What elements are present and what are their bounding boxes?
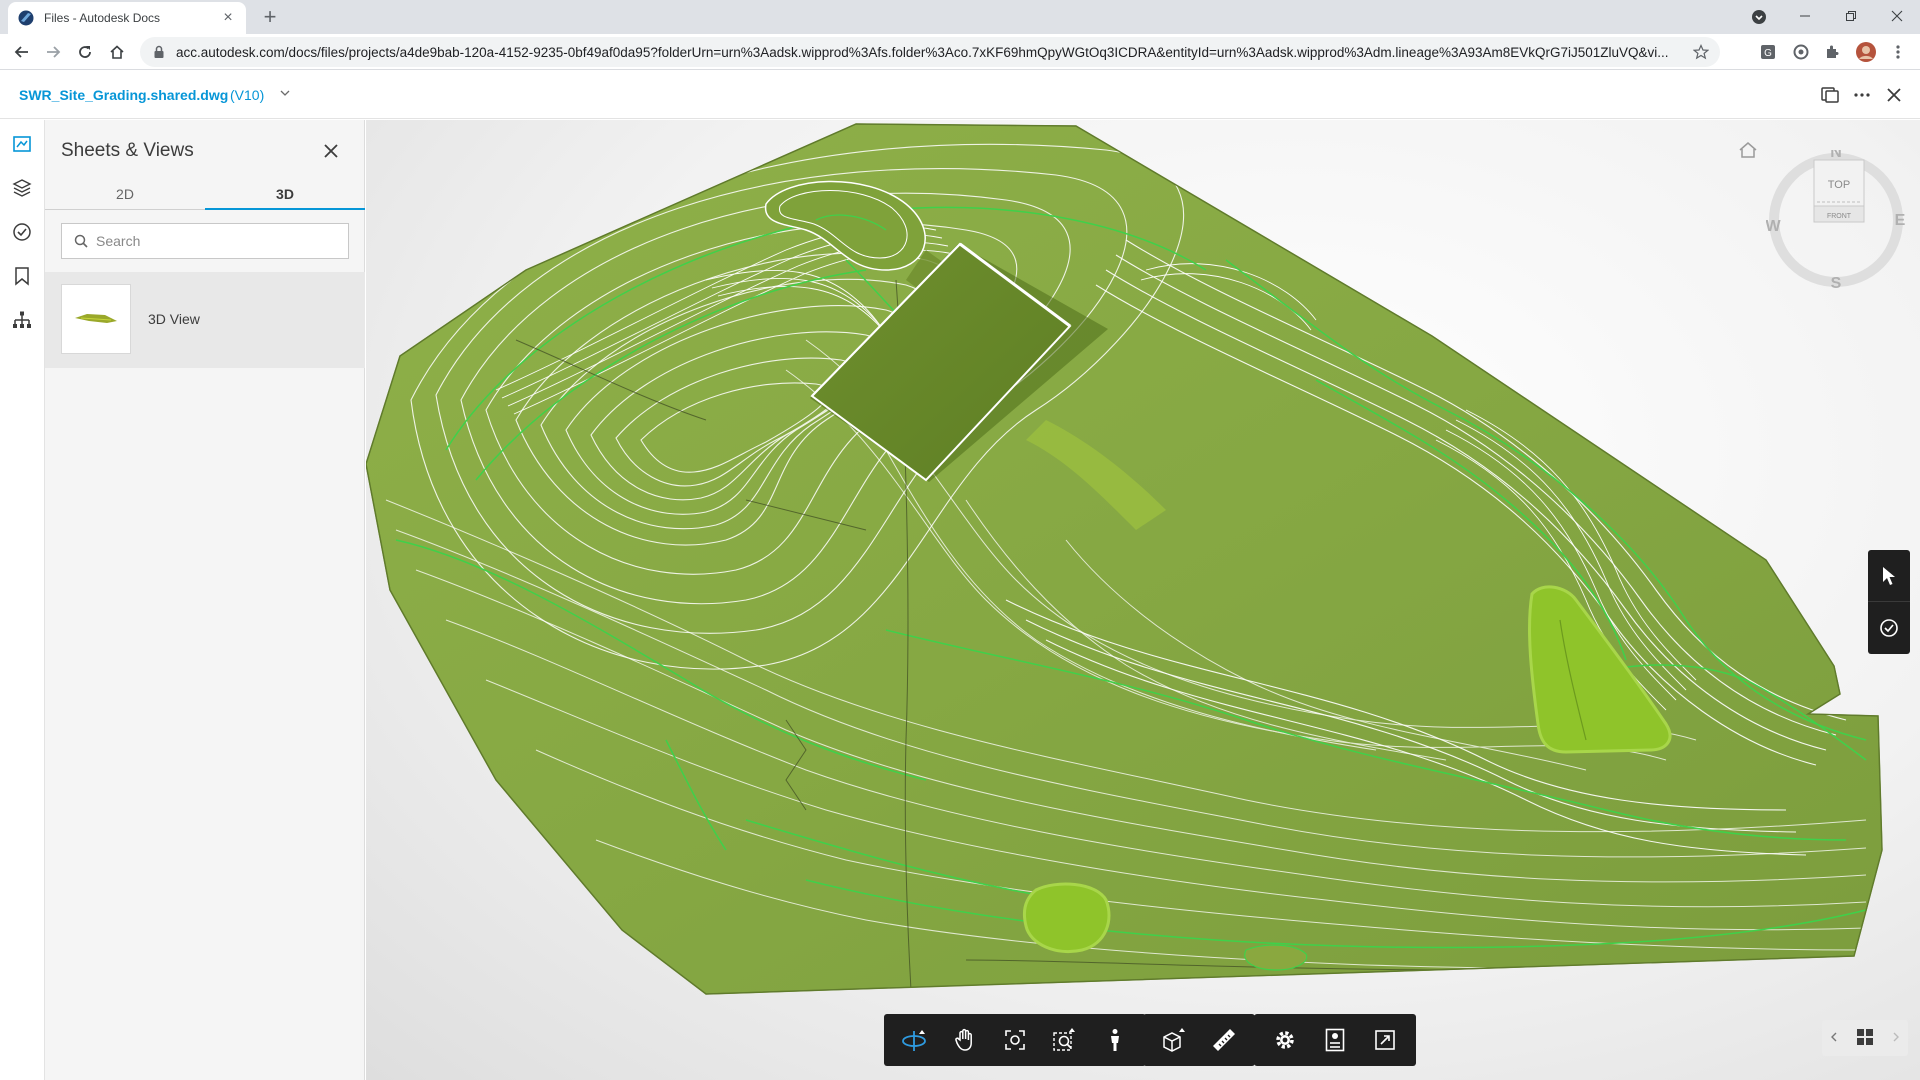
zoom-window-icon[interactable] <box>1040 1014 1090 1066</box>
terrain-model <box>366 123 1883 995</box>
orbit-icon[interactable] <box>890 1014 940 1066</box>
explode-model-icon[interactable] <box>1149 1014 1199 1066</box>
reload-icon[interactable] <box>73 40 97 64</box>
panel-title: Sheets & Views <box>61 140 194 161</box>
close-tab-icon[interactable]: × <box>220 9 236 27</box>
layers-icon[interactable] <box>10 176 34 200</box>
tab-2d[interactable]: 2D <box>45 180 205 210</box>
forward-icon[interactable] <box>41 40 65 64</box>
new-tab-icon[interactable]: + <box>258 6 282 30</box>
page-navigator <box>1822 1020 1908 1056</box>
compass-north-label: N <box>1830 150 1842 161</box>
list-item-3d-view[interactable]: 3D View <box>45 272 365 368</box>
autodesk-favicon-icon <box>18 10 34 26</box>
pan-icon[interactable] <box>940 1014 990 1066</box>
first-person-icon[interactable] <box>1090 1014 1140 1066</box>
more-options-icon[interactable] <box>1850 83 1874 107</box>
lock-icon <box>154 45 164 58</box>
settings-toolbar <box>1254 1014 1416 1066</box>
model-viewer-canvas[interactable]: TOP FRONT N S E W <box>366 120 1920 1080</box>
address-bar[interactable]: acc.autodesk.com/docs/files/projects/a4d… <box>140 37 1720 67</box>
pond-bottom <box>1022 882 1111 953</box>
compass-west-label: W <box>1766 218 1781 235</box>
properties-icon[interactable] <box>1310 1014 1360 1066</box>
site-surface <box>366 123 1883 995</box>
grid-view-icon[interactable] <box>1856 1028 1874 1049</box>
chevron-left-icon[interactable] <box>1830 1031 1838 1045</box>
home-view-icon[interactable] <box>1736 138 1760 162</box>
svg-text:G: G <box>1764 48 1772 59</box>
browser-toolbar: acc.autodesk.com/docs/files/projects/a4d… <box>0 34 1920 70</box>
navigation-toolbar <box>884 1014 1146 1066</box>
extensions-puzzle-icon[interactable] <box>1822 42 1842 62</box>
compare-icon[interactable] <box>1818 83 1842 107</box>
model-tools-toolbar <box>1143 1014 1255 1066</box>
profile-avatar[interactable] <box>1856 42 1876 62</box>
viewcube[interactable]: TOP FRONT N S E W <box>1765 144 1906 292</box>
compass-east-label: E <box>1895 212 1906 229</box>
search-field[interactable] <box>61 223 349 259</box>
browser-tab-strip: Files - Autodesk Docs × + <box>0 0 1920 34</box>
docs-header: SWR_Site_Grading.shared.dwg (V10) <box>0 71 1920 119</box>
extension-g-icon[interactable]: G <box>1758 42 1778 62</box>
file-name[interactable]: SWR_Site_Grading.shared.dwg <box>19 87 228 103</box>
sheets-views-icon[interactable] <box>10 132 34 156</box>
issues-icon[interactable] <box>10 220 34 244</box>
chevron-right-icon[interactable] <box>1892 1031 1900 1045</box>
settings-icon[interactable] <box>1260 1014 1310 1066</box>
restore-window-icon[interactable] <box>1828 0 1874 32</box>
browser-tab-title: Files - Autodesk Docs <box>44 11 161 25</box>
fit-to-view-icon[interactable] <box>990 1014 1040 1066</box>
markup-side-toolbar <box>1868 550 1910 654</box>
create-issue-icon[interactable] <box>1868 602 1910 654</box>
select-cursor-icon[interactable] <box>1868 550 1910 602</box>
close-window-icon[interactable] <box>1874 0 1920 32</box>
minimize-window-icon[interactable] <box>1782 0 1828 32</box>
browser-menu-icon[interactable] <box>1888 42 1908 62</box>
url-text: acc.autodesk.com/docs/files/projects/a4d… <box>176 44 1669 60</box>
bookmark-star-icon[interactable] <box>1690 41 1712 63</box>
measure-icon[interactable] <box>1199 1014 1249 1066</box>
compass-south-label: S <box>1831 275 1842 290</box>
view-thumbnail <box>61 284 131 354</box>
model-browser-icon[interactable] <box>10 308 34 332</box>
tab-3d[interactable]: 3D <box>205 180 365 210</box>
viewcube-top-label: TOP <box>1828 179 1850 191</box>
browser-tab[interactable]: Files - Autodesk Docs × <box>8 2 246 34</box>
search-input[interactable] <box>96 233 336 249</box>
sheets-views-panel: Sheets & Views 2D 3D 3D View <box>45 120 365 1080</box>
tab-search-icon[interactable] <box>1748 6 1770 28</box>
extension-circle-icon[interactable] <box>1791 42 1811 62</box>
view-label: 3D View <box>148 311 200 327</box>
close-viewer-icon[interactable] <box>1882 83 1906 107</box>
left-rail <box>0 120 45 1080</box>
search-icon <box>74 234 88 248</box>
viewcube-front-label: FRONT <box>1827 213 1852 220</box>
fullscreen-icon[interactable] <box>1360 1014 1410 1066</box>
version-dropdown-icon[interactable] <box>280 85 294 101</box>
back-icon[interactable] <box>10 40 34 64</box>
file-version[interactable]: (V10) <box>230 87 264 103</box>
close-panel-icon[interactable] <box>320 140 342 162</box>
home-icon[interactable] <box>105 40 129 64</box>
bookmark-icon[interactable] <box>10 264 34 288</box>
view-type-tabs: 2D 3D <box>45 180 365 210</box>
